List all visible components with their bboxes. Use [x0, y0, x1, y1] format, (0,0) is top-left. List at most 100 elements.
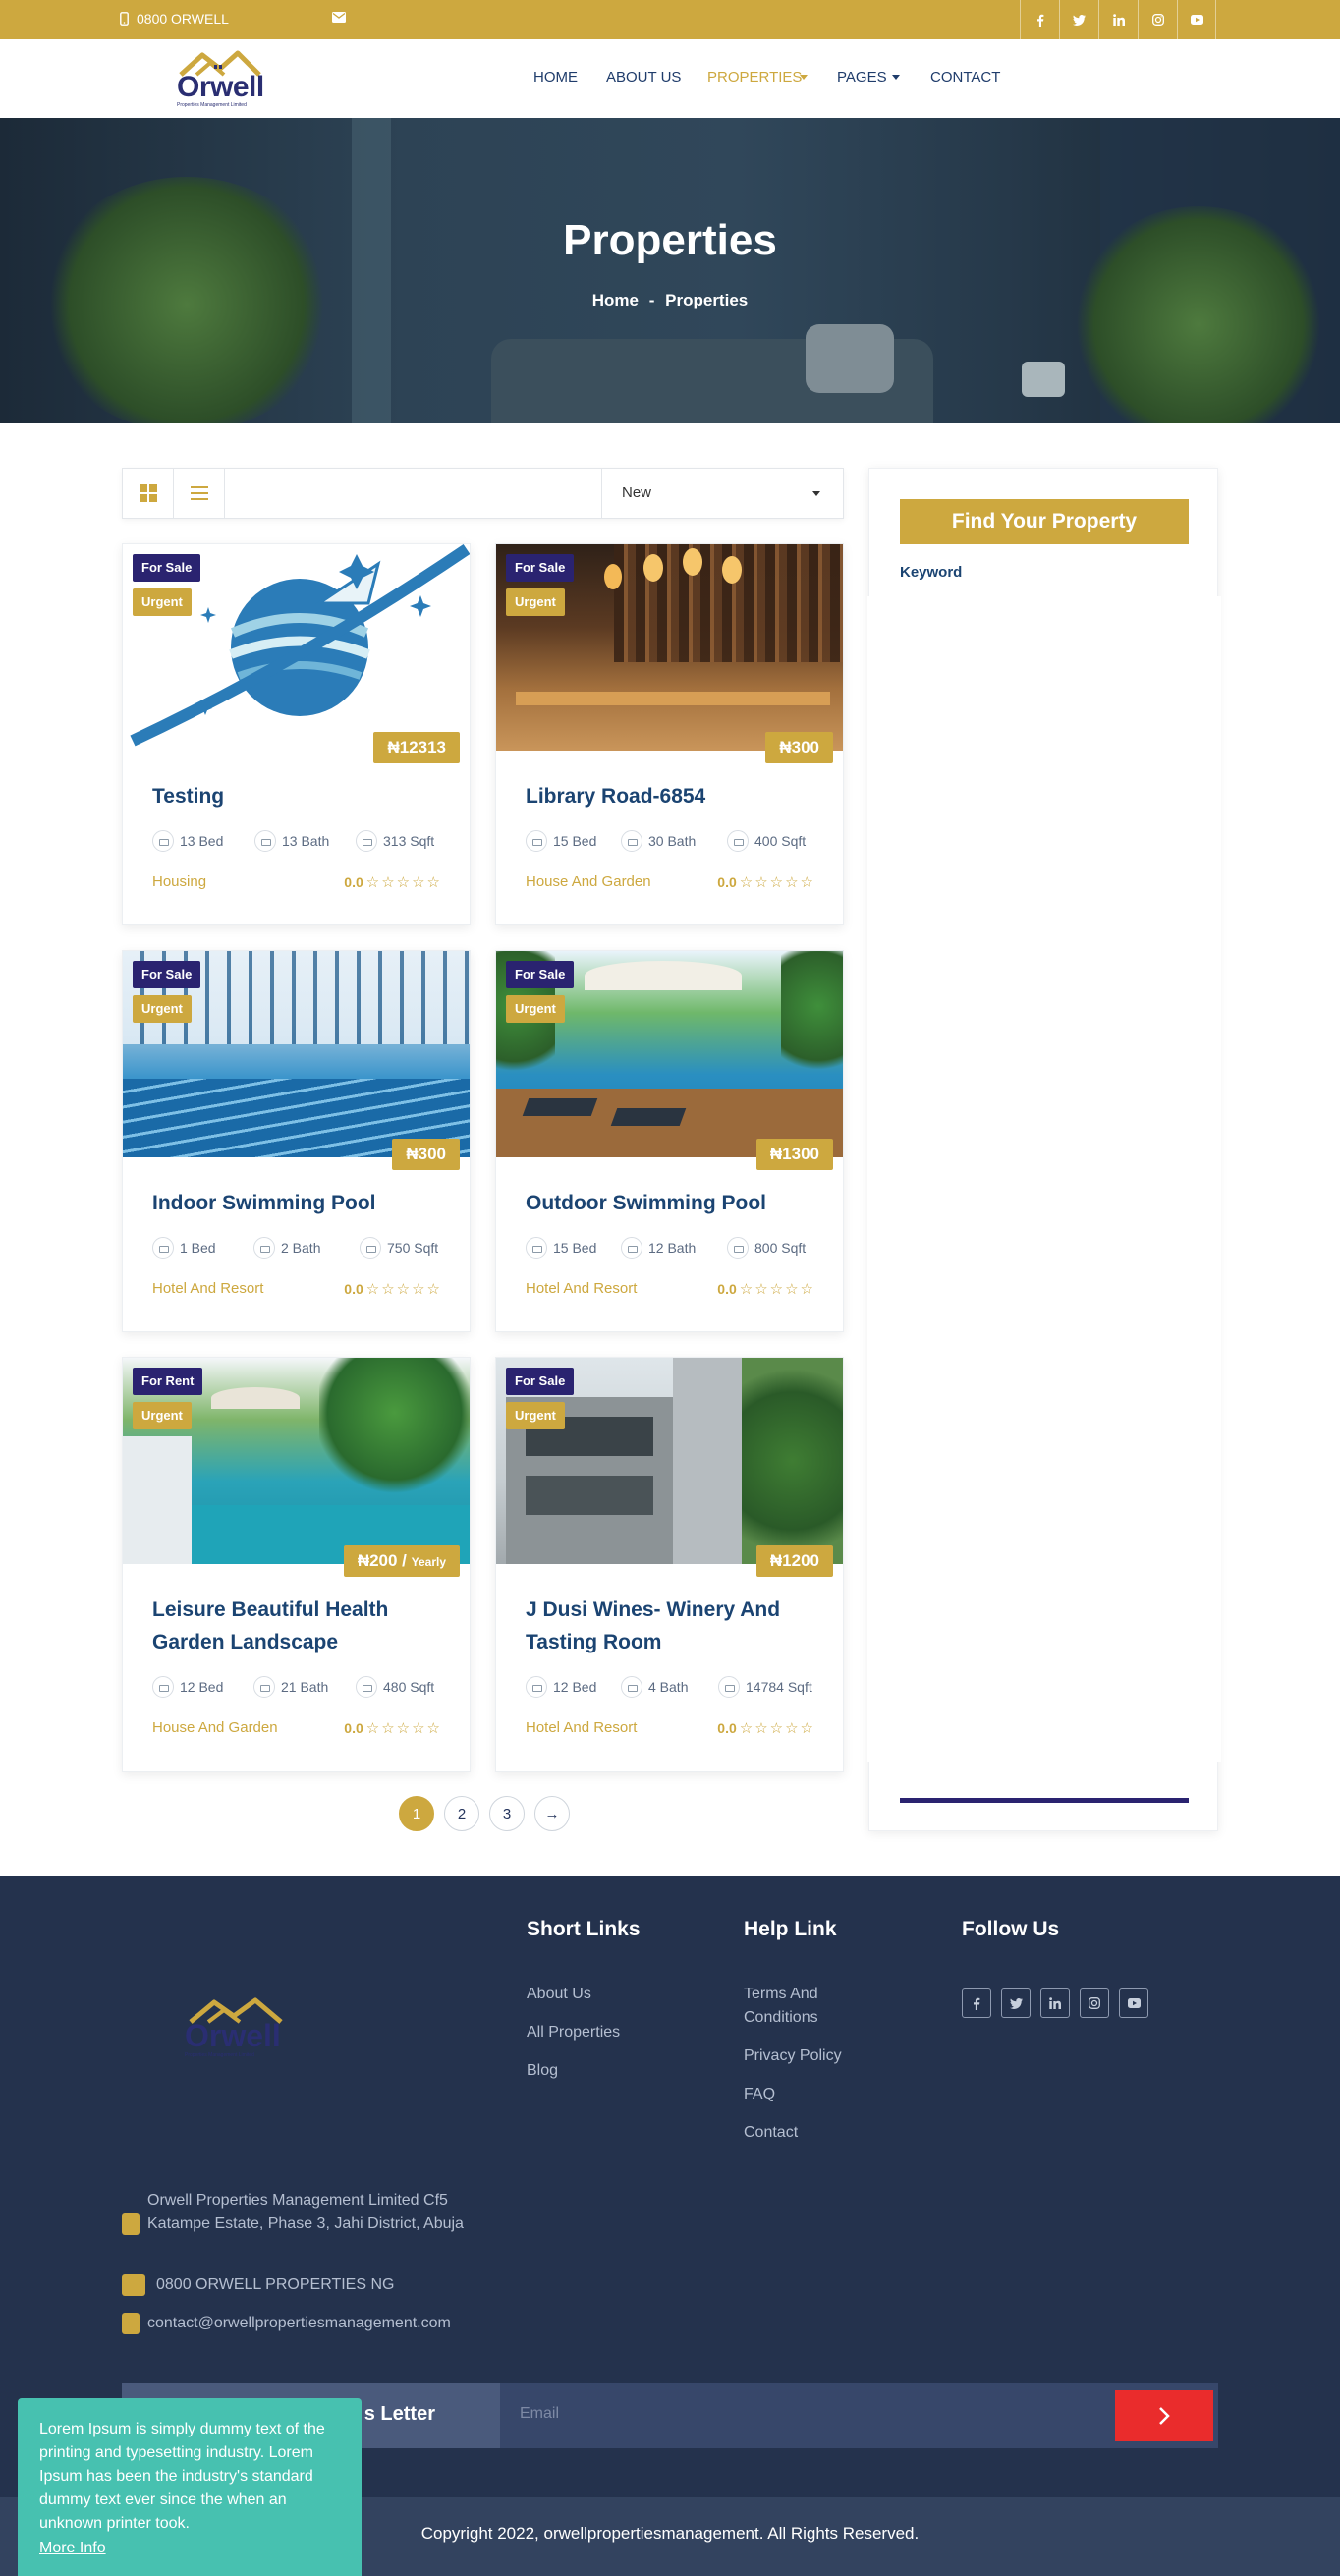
feature-bath: 2 Bath — [253, 1237, 320, 1259]
footer-link-blog[interactable]: Blog — [527, 2059, 558, 2083]
footer-phone[interactable]: 0800 ORWELL PROPERTIES NG — [156, 2273, 394, 2297]
bath-count: 2 Bath — [281, 1240, 321, 1256]
cookie-notice: Lorem Ipsum is simply dummy text of the … — [18, 2398, 362, 2576]
mail-icon — [122, 2313, 140, 2334]
newsletter-label: s Letter — [363, 2403, 435, 2425]
area-value: 14784 Sqft — [746, 1679, 812, 1695]
property-title[interactable]: Library Road-6854 — [526, 780, 820, 812]
rating-value: 0.0 — [344, 874, 363, 890]
star-icon: ☆☆☆☆☆ — [365, 874, 442, 891]
instagram-link[interactable] — [1138, 0, 1177, 39]
footer-link-about[interactable]: About Us — [527, 1983, 591, 2006]
property-category[interactable]: Housing — [152, 873, 206, 890]
property-card[interactable]: For Rent Urgent ₦200 / Yearly Leisure Be… — [122, 1357, 471, 1772]
footer-twitter-link[interactable] — [1001, 1988, 1031, 2018]
property-card[interactable]: For Sale Urgent ₦1300 Outdoor Swimming P… — [495, 950, 844, 1332]
cookie-text: Lorem Ipsum is simply dummy text of the … — [39, 2421, 325, 2532]
footer-email[interactable]: contact@orwellpropertiesmanagement.com — [147, 2312, 451, 2335]
grid-view-button[interactable] — [123, 469, 174, 518]
bed-icon — [526, 830, 547, 852]
pagination: 1 2 3 → — [399, 1796, 570, 1831]
sort-select[interactable]: New — [601, 469, 844, 518]
facebook-link[interactable] — [1020, 0, 1059, 39]
footer-link-contact[interactable]: Contact — [744, 2121, 798, 2145]
footer-link-privacy[interactable]: Privacy Policy — [744, 2044, 842, 2068]
property-card[interactable]: For Sale Urgent ₦12313 Testing 13 Bed 13… — [122, 543, 471, 925]
footer-facebook-link[interactable] — [962, 1988, 991, 2018]
nav-home[interactable]: HOME — [533, 69, 578, 85]
nav-contact[interactable]: CONTACT — [930, 69, 1000, 85]
price-tag: ₦1300 — [755, 1139, 833, 1170]
breadcrumb-home[interactable]: Home — [592, 291, 639, 309]
property-category[interactable]: House And Garden — [526, 873, 651, 890]
sidebar-submit-bar[interactable] — [900, 1798, 1189, 1803]
price-amount: ₦200 / — [357, 1551, 412, 1570]
property-title[interactable]: Indoor Swimming Pool — [152, 1187, 447, 1219]
newsletter-email-input[interactable]: Email — [520, 2405, 559, 2423]
youtube-link[interactable] — [1177, 0, 1216, 39]
area-icon — [727, 830, 749, 852]
property-category[interactable]: House And Garden — [152, 1719, 278, 1736]
footer-social — [962, 1988, 1148, 2018]
property-rating: 0.0 ☆☆☆☆☆ — [717, 873, 815, 891]
next-page-button[interactable]: → — [534, 1796, 570, 1831]
list-view-button[interactable] — [174, 469, 225, 518]
sale-status-badge: For Sale — [506, 961, 575, 988]
newsletter-submit-button[interactable] — [1115, 2390, 1213, 2441]
bed-icon — [152, 830, 174, 852]
property-title[interactable]: J Dusi Wines- Winery And Tasting Room — [526, 1594, 820, 1658]
property-card[interactable]: For Sale Urgent ₦1200 J Dusi Wines- Wine… — [495, 1357, 844, 1772]
page-2-button[interactable]: 2 — [444, 1796, 479, 1831]
footer-youtube-link[interactable] — [1119, 1988, 1148, 2018]
bed-count: 1 Bed — [180, 1240, 216, 1256]
page-3-button[interactable]: 3 — [489, 1796, 525, 1831]
feature-area: 480 Sqft — [356, 1676, 434, 1698]
sale-status-badge: For Sale — [133, 961, 201, 988]
twitter-link[interactable] — [1059, 0, 1098, 39]
bed-icon — [526, 1237, 547, 1259]
property-category[interactable]: Hotel And Resort — [152, 1280, 263, 1297]
hero-lamp — [1022, 362, 1065, 397]
property-title[interactable]: Outdoor Swimming Pool — [526, 1187, 820, 1219]
property-title[interactable]: Testing — [152, 780, 447, 812]
topbar-phone[interactable]: 0800 ORWELL — [120, 11, 229, 27]
instagram-icon — [1089, 1997, 1100, 2009]
urgent-badge: Urgent — [133, 588, 192, 616]
property-category[interactable]: Hotel And Resort — [526, 1280, 637, 1297]
topbar-mail[interactable] — [332, 10, 346, 26]
property-rating: 0.0 ☆☆☆☆☆ — [344, 1280, 442, 1298]
linkedin-icon — [1049, 1997, 1061, 2009]
property-card[interactable]: For Sale Urgent ₦300 Library Road-6854 1… — [495, 543, 844, 925]
footer-link-terms[interactable]: Terms And Conditions — [744, 1983, 852, 2030]
bath-icon — [253, 1676, 275, 1698]
cookie-more-info-link[interactable]: More Info — [39, 2540, 106, 2557]
linkedin-link[interactable] — [1098, 0, 1138, 39]
property-card[interactable]: For Sale Urgent ₦300 Indoor Swimming Poo… — [122, 950, 471, 1332]
bed-count: 15 Bed — [553, 833, 597, 849]
star-icon: ☆☆☆☆☆ — [365, 1281, 442, 1298]
facebook-icon — [974, 1997, 980, 2010]
footer-logo[interactable]: Orwell Properties Management Limited — [185, 1996, 287, 2059]
nav-pages[interactable]: PAGES — [837, 69, 900, 85]
feature-bath: 12 Bath — [621, 1237, 696, 1259]
area-value: 313 Sqft — [383, 833, 435, 849]
footer-linkedin-link[interactable] — [1040, 1988, 1070, 2018]
footer-instagram-link[interactable] — [1080, 1988, 1109, 2018]
footer-link-properties[interactable]: All Properties — [527, 2021, 620, 2044]
bed-count: 12 Bed — [553, 1679, 597, 1695]
property-title[interactable]: Leisure Beautiful Health Garden Landscap… — [152, 1594, 447, 1658]
breadcrumb: Home - Properties — [0, 291, 1340, 310]
footer-link-faq[interactable]: FAQ — [744, 2083, 775, 2106]
feature-bed: 15 Bed — [526, 830, 596, 852]
property-category[interactable]: Hotel And Resort — [526, 1719, 637, 1736]
area-icon — [356, 830, 377, 852]
site-logo[interactable]: Orwell Properties Management Limited — [175, 49, 265, 108]
area-icon — [718, 1676, 740, 1698]
urgent-badge: Urgent — [506, 995, 565, 1023]
nav-about[interactable]: ABOUT US — [606, 69, 681, 85]
nav-properties[interactable]: PROPERTIES — [707, 69, 808, 85]
topbar-social — [1020, 0, 1216, 39]
find-property-button[interactable]: Find Your Property — [900, 499, 1189, 544]
page-1-button[interactable]: 1 — [399, 1796, 434, 1831]
feature-bed: 1 Bed — [152, 1237, 216, 1259]
